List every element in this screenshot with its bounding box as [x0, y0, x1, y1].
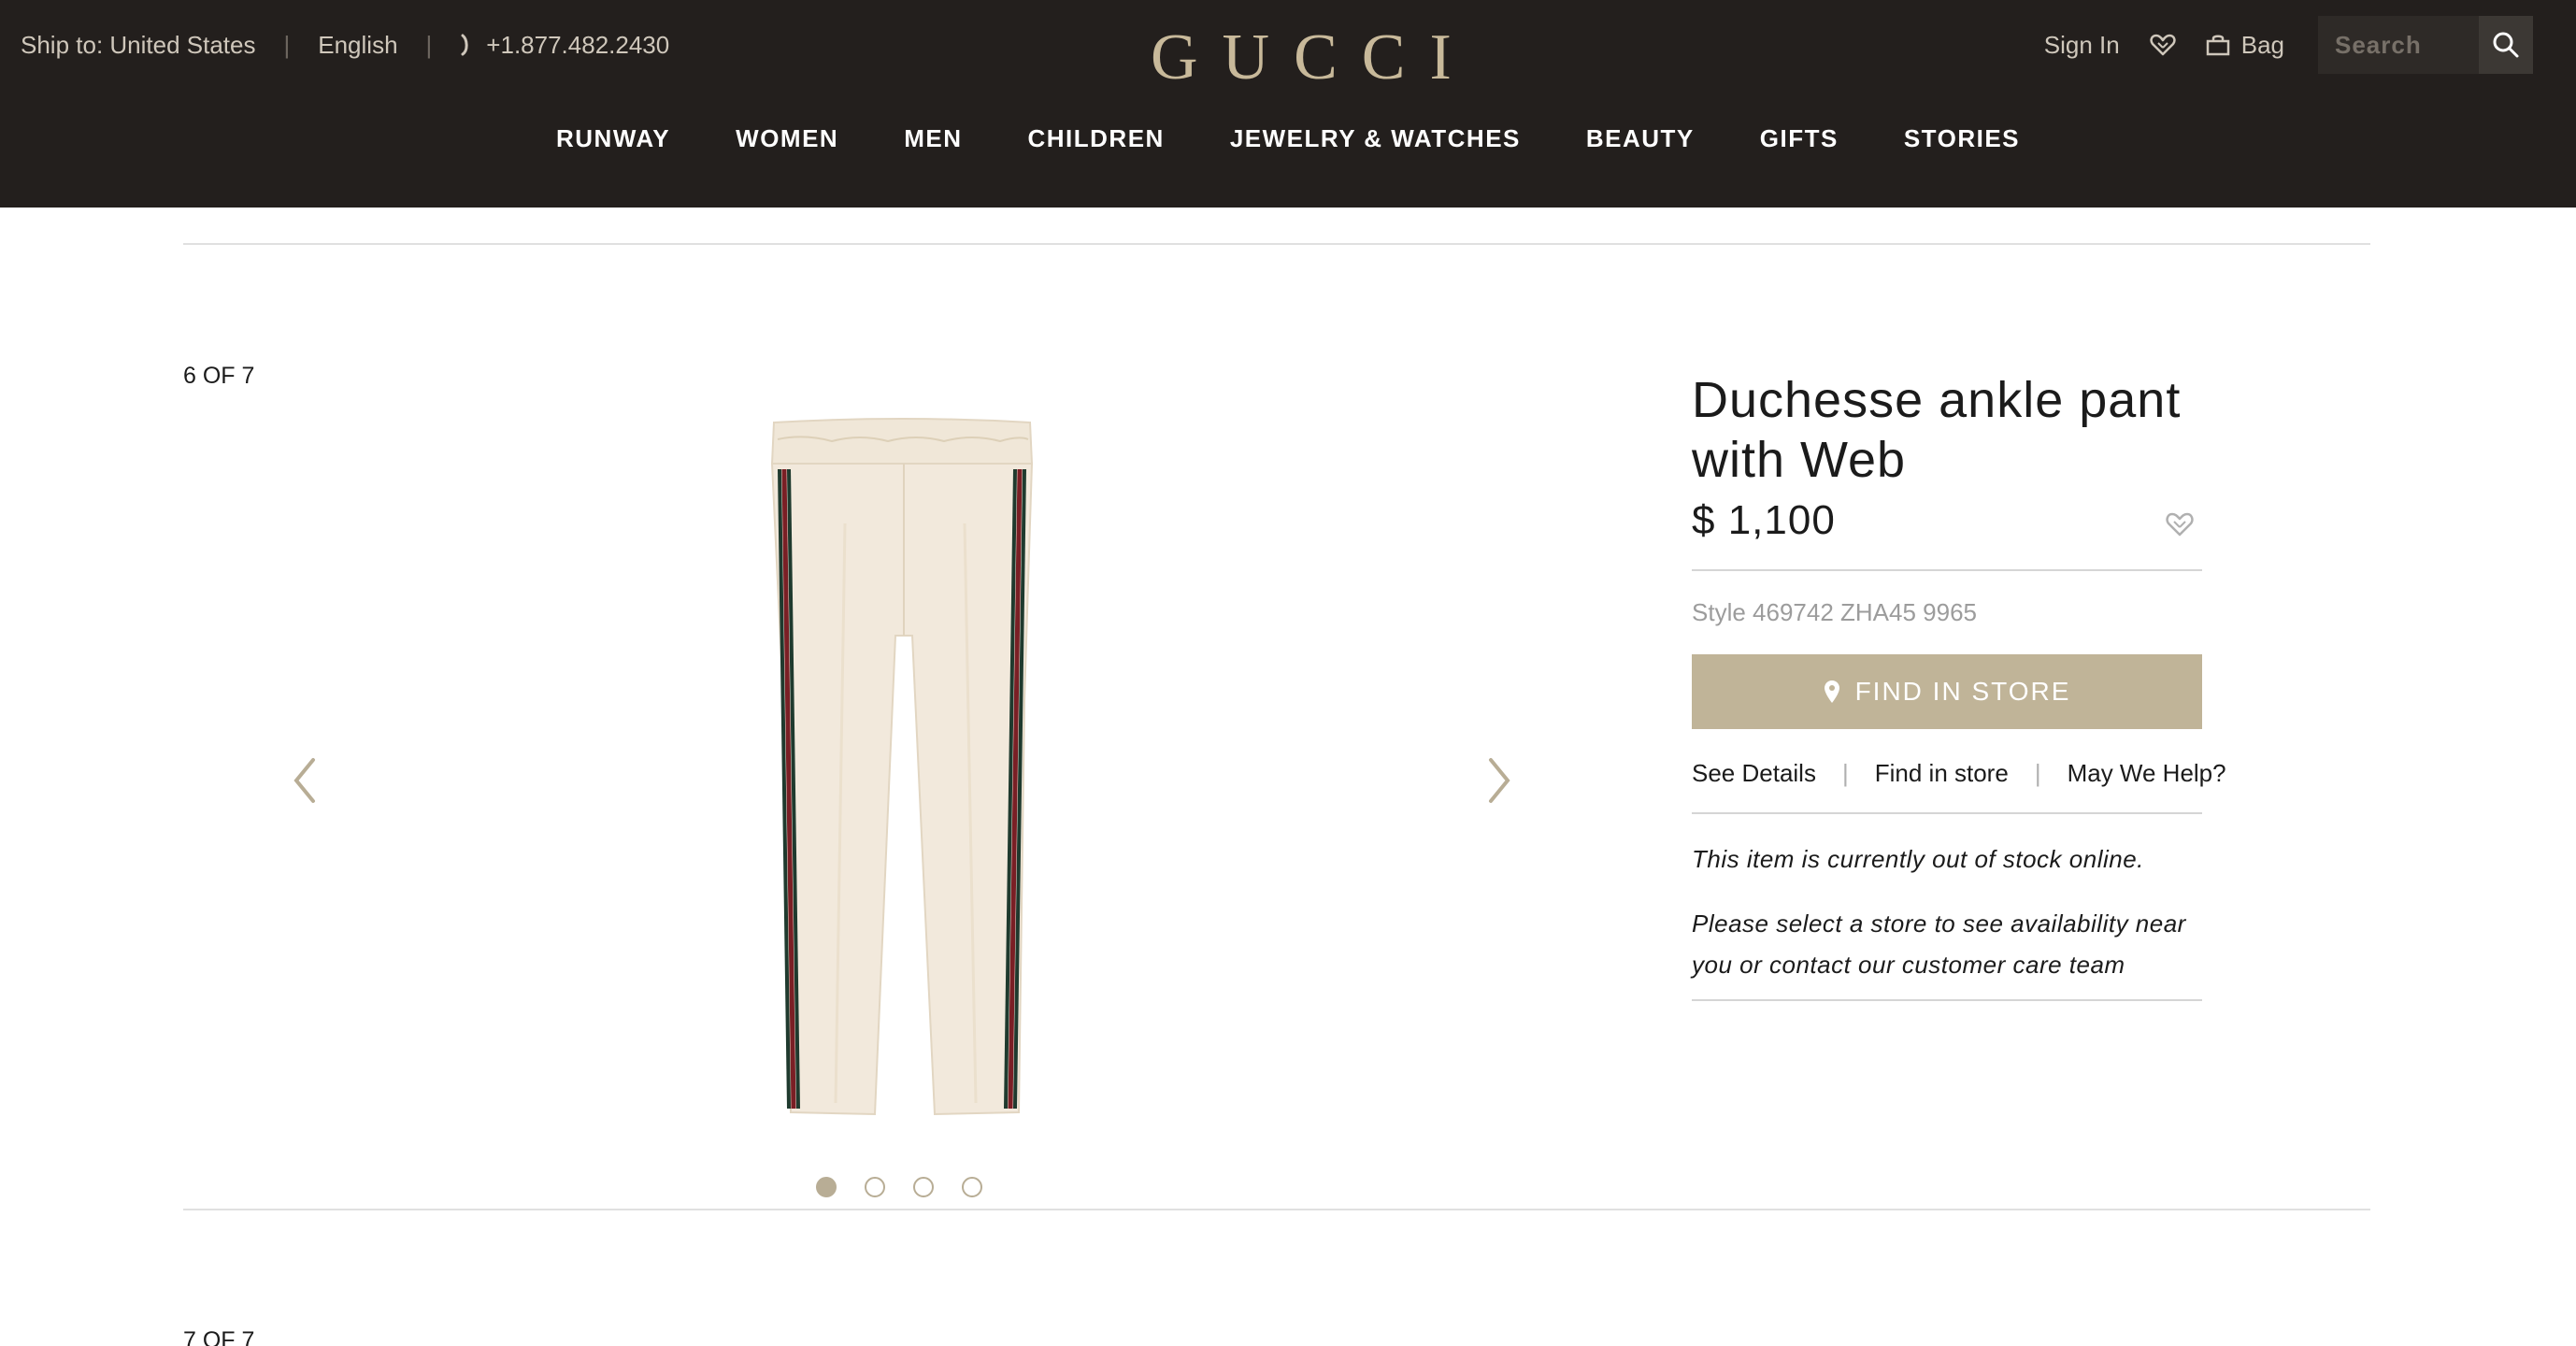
may-we-help-link[interactable]: May We Help? [2068, 759, 2226, 788]
details-divider [1692, 999, 2202, 1001]
carousel-dots [816, 1177, 1010, 1197]
phone-icon [461, 34, 468, 56]
utility-bar-left: Ship to: United States | English | +1.87… [21, 28, 669, 62]
style-number: Style 469742 ZHA45 9965 [1692, 598, 1977, 626]
nav-beauty[interactable]: BEAUTY [1586, 124, 1695, 153]
nav-jewelry-watches[interactable]: JEWELRY & WATCHES [1230, 124, 1521, 153]
see-details-link[interactable]: See Details [1692, 759, 1816, 788]
site-header: Ship to: United States | English | +1.87… [0, 0, 2576, 208]
divider: | [1841, 759, 1849, 787]
carousel-dot-1[interactable] [816, 1177, 837, 1197]
nav-men[interactable]: MEN [904, 124, 962, 153]
divider-top [183, 243, 2370, 245]
bag-icon[interactable] [2206, 34, 2230, 56]
carousel-dot-2[interactable] [865, 1177, 885, 1197]
heart-icon[interactable] [2150, 33, 2176, 57]
divider: | [425, 30, 433, 59]
nav-gifts[interactable]: GIFTS [1760, 124, 1839, 153]
find-in-store-button[interactable]: FIND IN STORE [1692, 654, 2202, 729]
nav-children[interactable]: CHILDREN [1027, 124, 1164, 153]
sign-in-link[interactable]: Sign In [2044, 31, 2120, 60]
chevron-right-icon[interactable] [1480, 752, 1517, 809]
divider: | [283, 30, 291, 59]
divider: | [2034, 759, 2041, 787]
nav-runway[interactable]: RUNWAY [556, 124, 670, 153]
image-counter: 6 OF 7 [183, 363, 255, 389]
map-pin-icon [1824, 680, 1839, 703]
product-image [770, 418, 1034, 1116]
ship-to-link[interactable]: Ship to: United States [21, 31, 255, 60]
stock-message: This item is currently out of stock onli… [1692, 845, 2144, 873]
nav-stories[interactable]: STORIES [1904, 124, 2020, 153]
carousel-dot-3[interactable] [913, 1177, 934, 1197]
product-price: $ 1,100 [1692, 497, 1836, 543]
bag-link[interactable]: Bag [2241, 31, 2284, 60]
availability-message: Please select a store to see availabilit… [1692, 909, 2186, 979]
carousel-dot-4[interactable] [962, 1177, 982, 1197]
search-input[interactable]: Search [2318, 16, 2479, 74]
search-button[interactable] [2479, 16, 2533, 74]
nav-women[interactable]: WOMEN [736, 124, 838, 153]
next-image-counter: 7 OF 7 [183, 1327, 255, 1346]
search-icon [2493, 32, 2519, 58]
find-in-store-link[interactable]: Find in store [1875, 759, 2009, 788]
gucci-logo[interactable]: GUCCI [1126, 21, 1452, 95]
details-divider [1692, 812, 2202, 814]
heart-icon[interactable] [2165, 511, 2195, 537]
chevron-left-icon[interactable] [287, 752, 324, 809]
product-title: Duchesse ankle pant with Web [1692, 372, 2182, 488]
details-divider [1692, 569, 2202, 571]
divider-bottom [183, 1209, 2370, 1210]
main-nav: RUNWAY WOMEN MEN CHILDREN JEWELRY & WATC… [0, 124, 2576, 153]
find-in-store-label: FIND IN STORE [1854, 677, 2071, 706]
phone-number-link[interactable]: +1.877.482.2430 [486, 31, 669, 60]
product-links: See Details | Find in store | May We Hel… [1692, 759, 2226, 788]
language-link[interactable]: English [318, 31, 397, 60]
utility-bar-right: Sign In Bag Search [2044, 16, 2533, 74]
